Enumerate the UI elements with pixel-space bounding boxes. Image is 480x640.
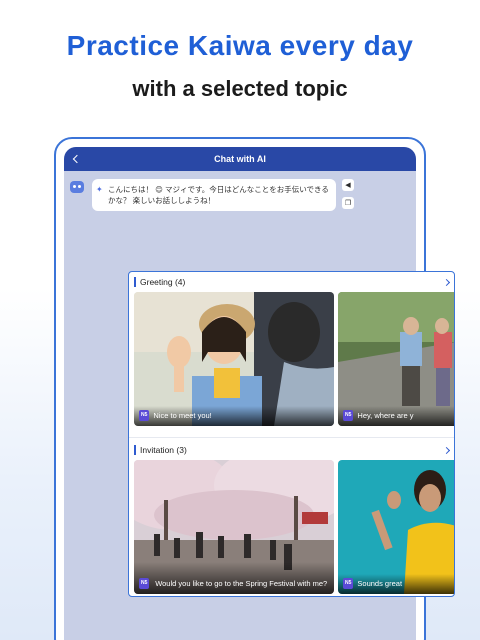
level-badge: N5 (343, 410, 354, 421)
section-divider (129, 437, 454, 438)
chevron-left-icon[interactable] (70, 151, 84, 167)
bot-avatar-icon (70, 181, 84, 193)
card-caption-text: Hey, where are y (357, 411, 414, 420)
card-caption: N5 Hey, where are y (338, 406, 454, 426)
card-caption-text: Nice to meet you! (153, 411, 212, 420)
section-invitation: Invitation (3) N5 Would you like to go t… (129, 440, 454, 594)
card-caption-text: Would you like to go to the Spring Festi… (155, 579, 328, 588)
sparkle-icon: ✦ (96, 185, 103, 194)
headline: Practice Kaiwa every day (66, 30, 414, 61)
section-header[interactable]: Invitation (3) (129, 440, 454, 460)
chat-message-row: ✦ こんにちは！ 😊 マジィです。今日はどんなことをお手伝いできるかな？ 楽しい… (70, 179, 354, 211)
topic-card[interactable]: N5 Sounds great (338, 460, 454, 594)
chevron-right-icon[interactable] (442, 278, 450, 286)
card-caption: N5 Would you like to go to the Spring Fe… (134, 562, 334, 594)
topic-card[interactable]: N5 Would you like to go to the Spring Fe… (134, 460, 334, 594)
topic-card[interactable]: N5 Hey, where are y (338, 292, 454, 426)
subheadline: with a selected topic (132, 76, 348, 101)
level-badge: N5 (139, 578, 150, 589)
level-badge: N5 (139, 410, 150, 421)
level-badge: N5 (343, 578, 354, 589)
chat-topbar: Chat with AI (64, 147, 416, 171)
chat-bubble: ✦ こんにちは！ 😊 マジィです。今日はどんなことをお手伝いできるかな？ 楽しい… (92, 179, 336, 211)
section-title: Invitation (3) (134, 445, 187, 455)
card-caption: N5 Nice to meet you! (134, 406, 334, 426)
chat-message-text: こんにちは！ 😊 マジィです。今日はどんなことをお手伝いできるかな？ 楽しいお話… (108, 185, 329, 205)
section-header[interactable]: Greeting (4) (129, 272, 454, 292)
chat-title: Chat with AI (214, 154, 266, 164)
card-caption: N5 Sounds great (338, 574, 454, 594)
section-greeting: Greeting (4) N5 Nice to meet you! N5 Hey… (129, 272, 454, 426)
copy-icon[interactable]: ❐ (342, 197, 354, 209)
card-caption-text: Sounds great (357, 579, 403, 588)
topic-card[interactable]: N5 Nice to meet you! (134, 292, 334, 426)
topic-panel: Greeting (4) N5 Nice to meet you! N5 Hey… (128, 271, 455, 597)
message-actions: ◀ ❐ (342, 179, 354, 209)
speaker-icon[interactable]: ◀ (342, 179, 354, 191)
section-title: Greeting (4) (134, 277, 185, 287)
chevron-right-icon[interactable] (442, 446, 450, 454)
